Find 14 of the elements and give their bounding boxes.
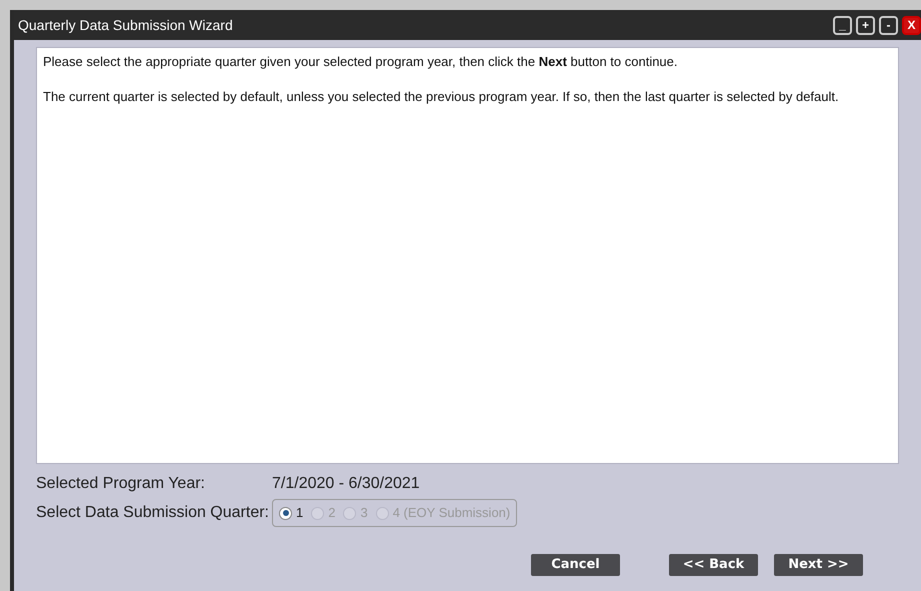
- program-year-value: 7/1/2020 - 6/30/2021: [272, 474, 420, 494]
- minimize-button[interactable]: _: [833, 16, 852, 34]
- next-button[interactable]: Next >>: [774, 554, 863, 576]
- minus-button[interactable]: -: [879, 16, 898, 34]
- cancel-button[interactable]: Cancel: [531, 554, 620, 576]
- plus-button[interactable]: +: [856, 16, 875, 34]
- quarter-radio[interactable]: 1: [279, 503, 304, 523]
- field-label: Selected Program Year:: [36, 474, 206, 494]
- window-title: Quarterly Data Submission Wizard: [18, 16, 233, 35]
- field-label: Select Data Submission Quarter:: [36, 503, 270, 523]
- instruction-text: The current quarter is selected by default, unless you selected the previous program year. If so, then the last quarter is selected by default.: [43, 88, 840, 106]
- instruction-text: Please select the appropriate quarter given your selected program year, then click the Next button to continue.: [43, 53, 679, 71]
- close-button[interactable]: X: [902, 16, 921, 34]
- back-button[interactable]: << Back: [669, 554, 758, 576]
